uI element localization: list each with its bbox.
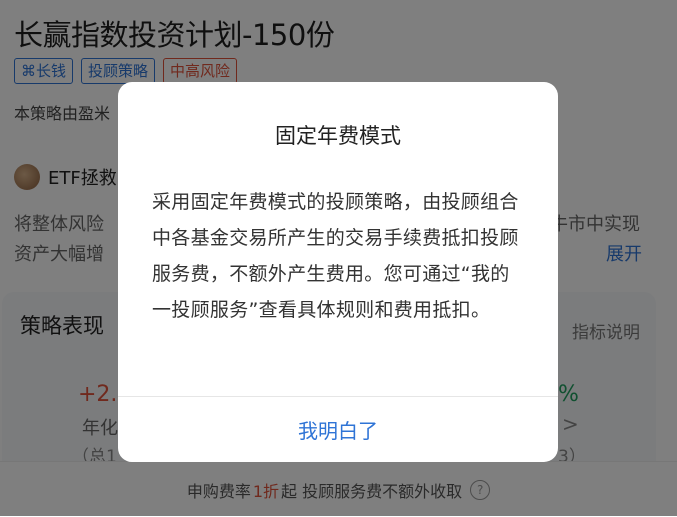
- fixed-fee-modal: 固定年费模式 采用固定年费模式的投顾策略，由投顾组合中各基金交易所产生的交易手续…: [118, 82, 558, 462]
- confirm-button[interactable]: 我明白了: [118, 397, 558, 462]
- modal-body: 采用固定年费模式的投顾策略，由投顾组合中各基金交易所产生的交易手续费抵扣投顾服务…: [152, 191, 519, 321]
- modal-title: 固定年费模式: [275, 124, 401, 148]
